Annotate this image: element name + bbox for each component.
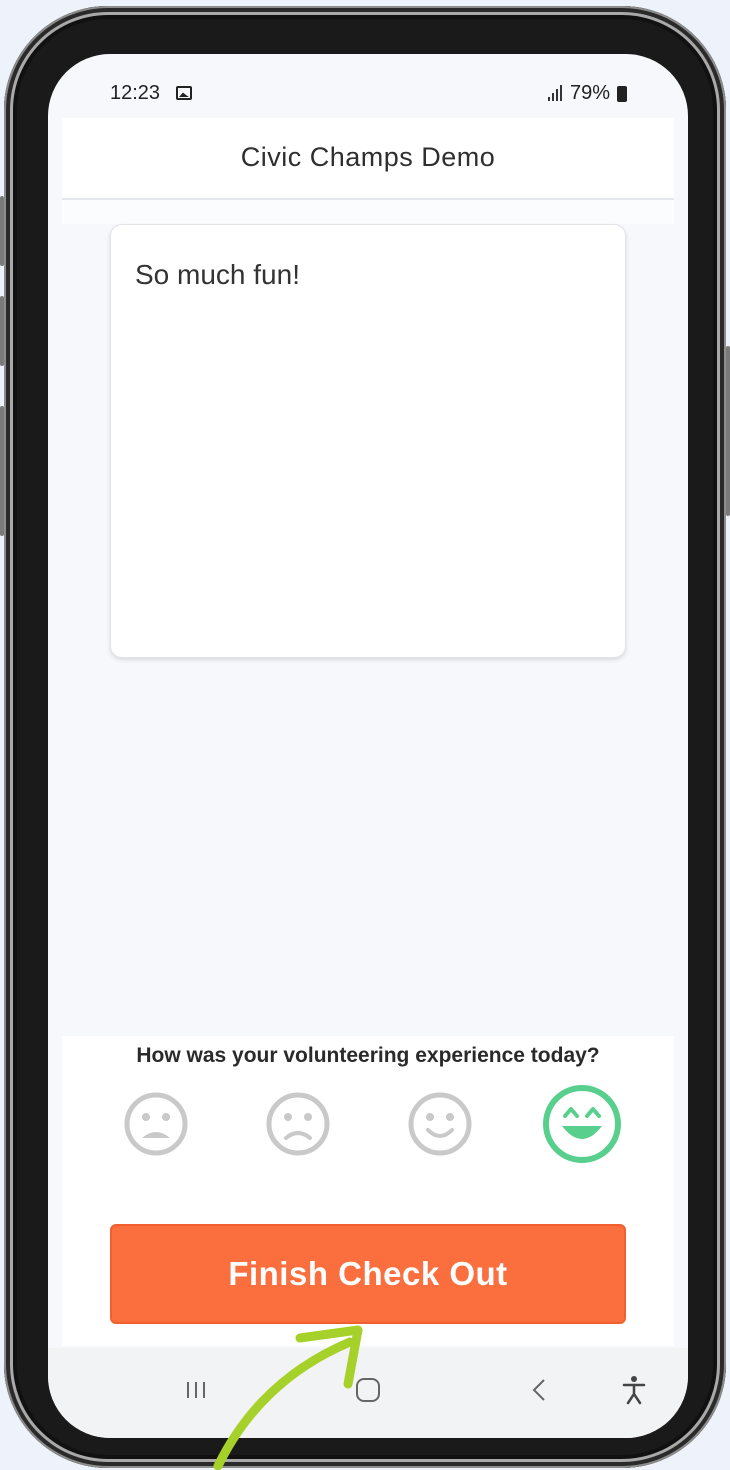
feedback-text: So much fun! (135, 259, 300, 290)
unhappy-face-icon[interactable] (264, 1090, 332, 1158)
app-title: Civic Champs Demo (240, 142, 496, 172)
status-time: 12:23 (110, 82, 161, 104)
feedback-textarea[interactable]: So much fun! (110, 224, 626, 658)
gallery-notification-icon (176, 86, 192, 100)
finish-check-out-button[interactable]: Finish Check Out (110, 1224, 626, 1324)
rating-options (120, 1084, 638, 1166)
volume-up-button (0, 196, 4, 266)
app-header: Civic Champs Demo (62, 118, 674, 200)
header-spacer (62, 200, 674, 224)
bixby-button (0, 406, 4, 536)
battery-percentage: 79% (570, 82, 611, 104)
signal-strength-icon (548, 85, 564, 101)
battery-icon (617, 86, 627, 102)
happy-face-icon[interactable] (406, 1090, 474, 1158)
phone-screen: 12:23 79% Civic Champs Demo So much fun!… (48, 54, 688, 1438)
annotation-arrow-icon (213, 1325, 363, 1470)
rating-question: How was your volunteering experience tod… (136, 1044, 600, 1067)
phone-frame: 12:23 79% Civic Champs Demo So much fun!… (0, 6, 730, 1468)
power-button (726, 346, 730, 516)
volume-down-button (0, 296, 4, 366)
very-unhappy-face-icon[interactable] (122, 1090, 190, 1158)
back-icon[interactable] (520, 1370, 560, 1410)
accessibility-icon[interactable] (614, 1370, 654, 1410)
very-happy-face-icon-selected[interactable] (540, 1082, 624, 1166)
